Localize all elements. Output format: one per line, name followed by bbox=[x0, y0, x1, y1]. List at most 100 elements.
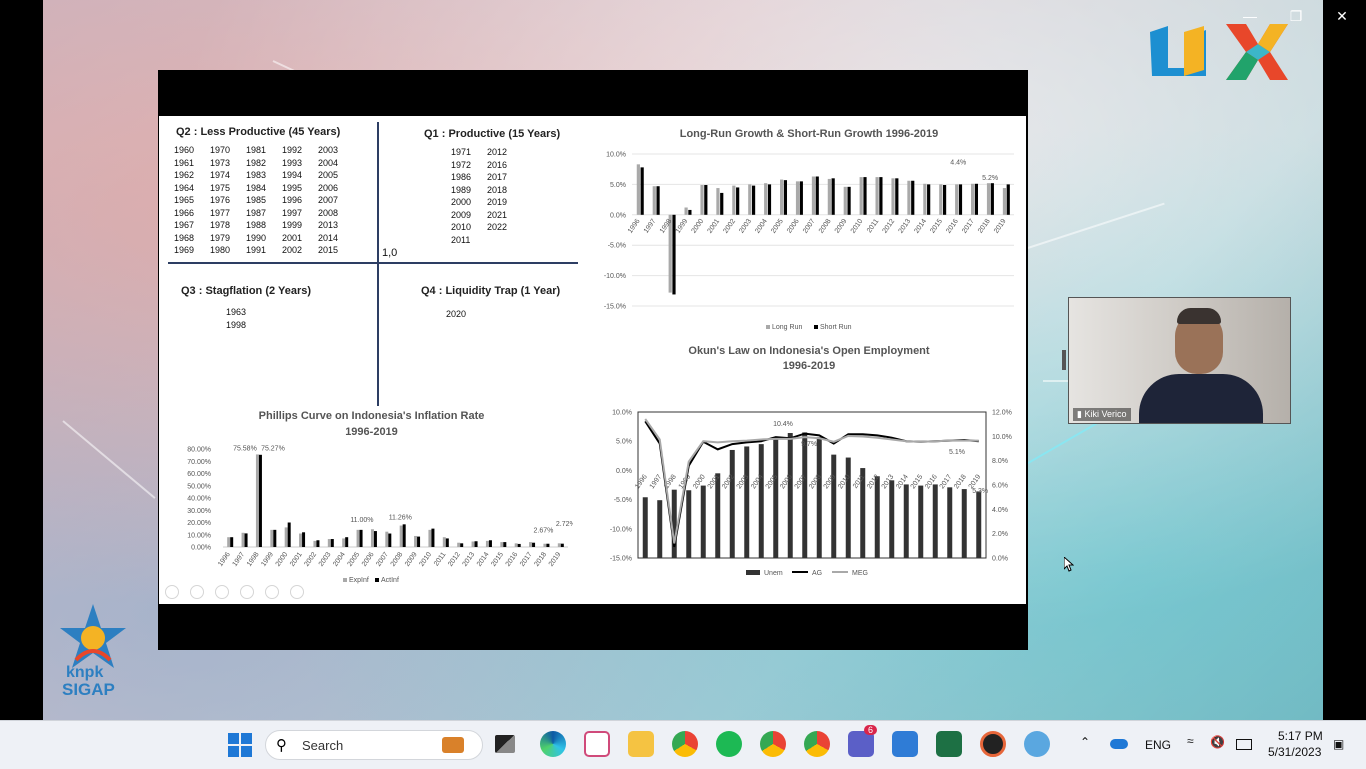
participant-name: Kiki Verico bbox=[1084, 409, 1127, 419]
wifi-icon[interactable]: ≈ bbox=[1187, 734, 1194, 748]
x-tick-label: 2003 bbox=[318, 551, 333, 568]
growth-bar-short-run bbox=[990, 183, 994, 215]
participant-video-tile[interactable]: ▮ Kiki Verico bbox=[1068, 297, 1291, 424]
slide-content: 1,0 Q2 : Less Productive (45 Years) 1960… bbox=[159, 116, 1026, 604]
legend-label: ActInf bbox=[381, 577, 399, 584]
clock-date[interactable]: 5/31/2023 bbox=[1268, 745, 1321, 759]
phillips-bar-actinf bbox=[431, 528, 435, 547]
q2-year: 1985 bbox=[246, 195, 267, 205]
growth-bar-long-run bbox=[955, 184, 959, 215]
maps-icon[interactable] bbox=[1024, 731, 1050, 757]
zoom-icon[interactable] bbox=[265, 585, 279, 599]
phillips-chart-title: Phillips Curve on Indonesia's Inflation … bbox=[258, 410, 485, 422]
task-view-icon[interactable] bbox=[495, 735, 515, 753]
start-button[interactable] bbox=[228, 733, 252, 757]
y-tick-label: 30.00% bbox=[187, 508, 211, 515]
file-explorer-icon[interactable] bbox=[628, 731, 654, 757]
x-tick-label: 2003 bbox=[738, 218, 753, 235]
x-tick-label: 2006 bbox=[361, 551, 376, 568]
slide-toolbar bbox=[165, 585, 304, 599]
x-tick-label: 2016 bbox=[945, 218, 960, 235]
legend-swatch bbox=[375, 578, 379, 582]
growth-bar-short-run bbox=[815, 176, 819, 215]
chrome-profile-2-icon[interactable] bbox=[804, 731, 830, 757]
q2-year: 1980 bbox=[210, 245, 231, 255]
growth-bar-short-run bbox=[927, 184, 931, 215]
q1-year: 2019 bbox=[487, 197, 508, 207]
growth-bar-short-run bbox=[911, 180, 915, 215]
okun-bar-unem bbox=[787, 433, 793, 558]
next-slide-icon[interactable] bbox=[190, 585, 204, 599]
more-options-icon[interactable] bbox=[290, 585, 304, 599]
y2-tick-label: 0.0% bbox=[992, 556, 1008, 563]
q1-year: 2021 bbox=[487, 209, 508, 220]
x-tick-label: 1996 bbox=[634, 473, 649, 490]
legend-label: AG bbox=[812, 570, 822, 577]
legend-swatch bbox=[746, 570, 760, 575]
clock-time[interactable]: 5:17 PM bbox=[1278, 729, 1323, 743]
data-label: 4.4% bbox=[950, 159, 966, 166]
q2-year: 2005 bbox=[318, 170, 339, 180]
x-tick-label: 2009 bbox=[404, 551, 419, 568]
okun-bar-unem bbox=[947, 487, 953, 558]
q2-year: 2004 bbox=[318, 157, 339, 168]
x-tick-label: 2013 bbox=[462, 551, 477, 568]
legend-label: ExpInf bbox=[349, 577, 369, 584]
y-tick-label: 10.00% bbox=[187, 532, 211, 539]
battery-icon[interactable] bbox=[1236, 739, 1252, 750]
phillips-bar-actinf bbox=[532, 542, 536, 547]
q1-year: 2009 bbox=[451, 209, 472, 220]
q4-title: Q4 : Liquidity Trap (1 Year) bbox=[421, 285, 561, 297]
phillips-chart: 80.00% 70.00% 60.00% 50.00% 40.00% 30.00% 20.0… bbox=[187, 446, 573, 584]
growth-bar-long-run bbox=[1002, 188, 1007, 215]
y-tick-label: -15.0% bbox=[610, 556, 632, 563]
q2-year: 1992 bbox=[282, 145, 303, 155]
data-label: 10.4% bbox=[773, 421, 793, 428]
language-indicator[interactable]: ENG bbox=[1145, 738, 1171, 752]
okun-bar-unem bbox=[874, 476, 880, 558]
left-letterbox bbox=[0, 0, 43, 720]
phillips-bar-expinf bbox=[227, 537, 231, 547]
spotify-icon[interactable] bbox=[716, 731, 742, 757]
chrome-icon[interactable] bbox=[672, 731, 698, 757]
excel-icon[interactable] bbox=[936, 731, 962, 757]
growth-bar-short-run bbox=[783, 180, 788, 215]
okun-bar-unem bbox=[932, 484, 938, 558]
phillips-bar-expinf bbox=[370, 529, 374, 547]
okun-bar-unem bbox=[845, 457, 851, 558]
x-tick-label: 2018 bbox=[977, 218, 992, 235]
data-label: 5.1% bbox=[949, 449, 965, 456]
x-tick-label: 2007 bbox=[375, 551, 390, 568]
chrome-profile-icon[interactable] bbox=[760, 731, 786, 757]
show-hidden-icons-button[interactable]: ⌃ bbox=[1080, 735, 1090, 749]
slides-grid-icon[interactable] bbox=[240, 585, 254, 599]
snipping-tool-icon[interactable] bbox=[584, 731, 610, 757]
close-button[interactable]: ✕ bbox=[1332, 8, 1352, 25]
q2-year: 1970 bbox=[210, 145, 231, 155]
q2-year: 1960 bbox=[174, 145, 195, 155]
growth-bar-short-run bbox=[863, 177, 867, 215]
volume-mute-icon[interactable]: 🔇 bbox=[1210, 735, 1225, 749]
notification-center-icon[interactable]: ▣ bbox=[1333, 737, 1344, 751]
taskbar-search[interactable]: ⚲ Search bbox=[265, 730, 483, 760]
x-tick-label: 2001 bbox=[289, 551, 304, 568]
notepad-icon[interactable] bbox=[892, 731, 918, 757]
okun-bar-unem bbox=[889, 480, 895, 558]
teams-icon[interactable]: 6 bbox=[848, 725, 878, 757]
video-panel-handle[interactable] bbox=[1062, 350, 1066, 370]
phillips-bar-expinf bbox=[270, 529, 274, 547]
previous-slide-icon[interactable] bbox=[165, 585, 179, 599]
edge-icon[interactable] bbox=[540, 731, 566, 757]
media-player-icon[interactable] bbox=[980, 731, 1006, 757]
phillips-bar-expinf bbox=[399, 525, 403, 547]
pen-icon[interactable] bbox=[215, 585, 229, 599]
q1-year: 1986 bbox=[451, 172, 472, 182]
growth-bar-long-run bbox=[859, 177, 863, 215]
phillips-bar-expinf bbox=[485, 540, 489, 547]
onedrive-icon[interactable] bbox=[1110, 739, 1128, 749]
x-tick-label: 2014 bbox=[476, 551, 491, 568]
presentation-slide: 1,0 Q2 : Less Productive (45 Years) 1960… bbox=[158, 70, 1028, 650]
okun-bar-unem bbox=[831, 454, 837, 558]
q1-title: Q1 : Productive (15 Years) bbox=[424, 128, 561, 140]
q2-year: 1967 bbox=[174, 220, 195, 230]
